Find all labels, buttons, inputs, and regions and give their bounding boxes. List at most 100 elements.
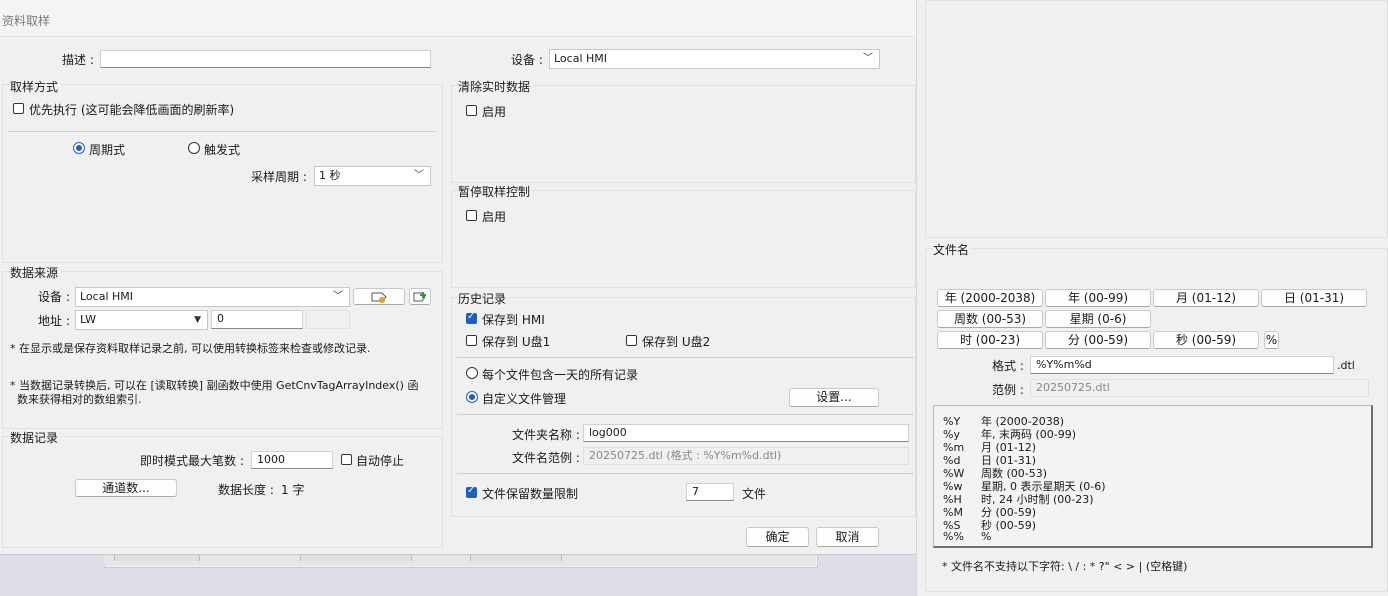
period-label: 采样周期 : — [251, 170, 307, 184]
device-select[interactable]: Local HMI ﹀ — [549, 49, 880, 69]
data-record-title: 数据记录 — [10, 429, 62, 446]
data-sampling-dialog: 资料取样 描述 : 设备 : Local HMI ﹀ 取样方式 优先执行 (这可… — [0, 0, 917, 555]
chevron-down-icon: ﹀ — [333, 291, 343, 302]
month-button[interactable]: 月 (01-12) — [1153, 289, 1259, 307]
pause-enable-checkbox[interactable] — [466, 210, 477, 221]
save-usb2-label: 保存到 U盘2 — [642, 335, 711, 349]
sampling-mode-title: 取样方式 — [10, 78, 62, 95]
save-usb2-checkbox[interactable] — [626, 335, 637, 346]
save-hmi-checkbox[interactable] — [466, 311, 477, 324]
description-input[interactable] — [100, 50, 431, 68]
dropdown-triangle-icon: ▼ — [194, 315, 201, 325]
folder-name-input[interactable]: log000 — [583, 424, 909, 442]
pause-control-group — [451, 190, 916, 288]
ok-button[interactable]: 确定 — [746, 527, 809, 547]
year-2digit-button[interactable]: 年 (00-99) — [1045, 289, 1151, 307]
format-code: %% — [943, 530, 964, 543]
file-limit-label: 文件保留数量限制 — [482, 487, 579, 501]
trigger-label: 触发式 — [204, 143, 241, 157]
clear-realtime-enable-checkbox[interactable] — [466, 105, 477, 116]
filename-restriction-note: * 文件名不支持以下字符: \ / : * ?" < > | (空格键) — [942, 560, 1188, 573]
add-device-button[interactable] — [409, 288, 431, 305]
chevron-down-icon: ﹀ — [414, 170, 424, 181]
max-count-input[interactable]: 1000 — [251, 451, 333, 469]
save-hmi-label: 保存到 HMI — [482, 313, 545, 327]
dialog-title: 资料取样 — [2, 14, 51, 28]
priority-checkbox[interactable] — [13, 103, 24, 114]
address-input[interactable]: 0 — [211, 310, 303, 329]
week-number-button[interactable]: 周数 (00-53) — [937, 310, 1043, 328]
history-title: 历史记录 — [458, 290, 510, 307]
file-limit-unit: 文件 — [742, 487, 767, 501]
periodic-label: 周期式 — [89, 143, 126, 157]
period-select[interactable]: 1 秒 ﹀ — [314, 166, 431, 186]
folder-name-label: 文件夹名称 : — [512, 428, 580, 442]
clear-realtime-enable-label: 启用 — [482, 105, 507, 119]
percent-button[interactable]: % — [1264, 331, 1279, 349]
weekday-button[interactable]: 星期 (0-6) — [1045, 310, 1151, 328]
source-device-value: Local HMI — [80, 290, 134, 303]
data-length-label: 数据长度 : — [218, 483, 274, 497]
device-select-value: Local HMI — [554, 52, 608, 65]
source-device-label: 设备 : — [38, 290, 70, 304]
priority-label: 优先执行 (这可能会降低画面的刷新率) — [29, 103, 235, 117]
day-button[interactable]: 日 (01-31) — [1261, 289, 1367, 307]
array-index-note-cont: 数来获得相对的数组索引. — [17, 393, 142, 406]
trigger-radio[interactable] — [188, 142, 200, 154]
clear-realtime-title: 清除实时数据 — [458, 78, 534, 95]
data-source-title: 数据来源 — [10, 264, 62, 281]
file-limit-checkbox[interactable] — [466, 485, 477, 498]
add-tag-icon — [413, 292, 426, 302]
filename-title: 文件名 — [933, 241, 973, 258]
data-length-value: 1 字 — [281, 483, 305, 497]
filename-example-field: 20250725.dtl (格式 : %Y%m%d.dtl) — [583, 447, 909, 465]
conversion-note: * 在显示或是保存资料取样记录之前, 可以使用转换标签来检查或修改记录. — [10, 342, 371, 355]
format-codes-list: %Y 年 (2000-2038) %y 年, 末两码 (00-99) %m 月 (01… — [933, 405, 1373, 548]
dialog-titlebar[interactable]: 资料取样 — [0, 0, 916, 37]
description-label: 描述 : — [62, 53, 94, 67]
save-usb1-label: 保存到 U盘1 — [482, 335, 551, 349]
divider — [8, 131, 435, 132]
second-button[interactable]: 秒 (00-59) — [1153, 331, 1259, 349]
period-select-value: 1 秒 — [319, 169, 341, 182]
file-settings-button[interactable]: 设置... — [789, 388, 879, 407]
filename-example-label: 文件名范例 : — [512, 451, 580, 465]
format-label: 格式 : — [992, 359, 1024, 373]
chevron-down-icon: ﹀ — [863, 53, 873, 64]
clear-realtime-group — [451, 85, 916, 183]
address-type-select[interactable]: LW ▼ — [75, 310, 208, 330]
address-label: 地址 : — [38, 314, 70, 328]
max-count-label: 即时模式最大笔数 : — [140, 454, 244, 468]
divider — [457, 473, 914, 474]
format-input[interactable]: %Y%m%d — [1030, 356, 1334, 374]
divider — [457, 414, 914, 415]
format-desc: % — [981, 530, 992, 543]
hour-button[interactable]: 时 (00-23) — [937, 331, 1043, 349]
divider — [457, 357, 914, 358]
save-usb1-checkbox[interactable] — [466, 335, 477, 346]
file-limit-input[interactable]: 7 — [686, 483, 734, 501]
year-4digit-button[interactable]: 年 (2000-2038) — [937, 289, 1043, 307]
pause-enable-label: 启用 — [482, 210, 507, 224]
address-type-value: LW — [80, 313, 96, 326]
example-label: 范例 : — [992, 383, 1024, 397]
periodic-radio[interactable] — [73, 142, 85, 154]
example-field: 20250725.dtl — [1030, 379, 1369, 397]
format-extension: .dtl — [1337, 359, 1355, 372]
per-day-label: 每个文件包含一天的所有记录 — [482, 368, 639, 382]
history-group — [451, 297, 916, 517]
per-day-radio[interactable] — [466, 367, 478, 379]
address-extra-field — [306, 310, 350, 329]
device-settings-button[interactable] — [353, 288, 405, 305]
tag-settings-icon — [371, 292, 387, 303]
pause-control-title: 暂停取样控制 — [458, 183, 534, 200]
source-device-select[interactable]: Local HMI ﹀ — [75, 287, 350, 307]
device-label: 设备 : — [511, 53, 543, 67]
cancel-button[interactable]: 取消 — [816, 527, 879, 547]
custom-file-radio[interactable] — [466, 391, 478, 403]
auto-stop-checkbox[interactable] — [341, 454, 352, 465]
preview-group — [925, 0, 1388, 238]
minute-button[interactable]: 分 (00-59) — [1045, 331, 1151, 349]
auto-stop-label: 自动停止 — [356, 454, 405, 468]
channels-button[interactable]: 通道数... — [75, 479, 177, 497]
